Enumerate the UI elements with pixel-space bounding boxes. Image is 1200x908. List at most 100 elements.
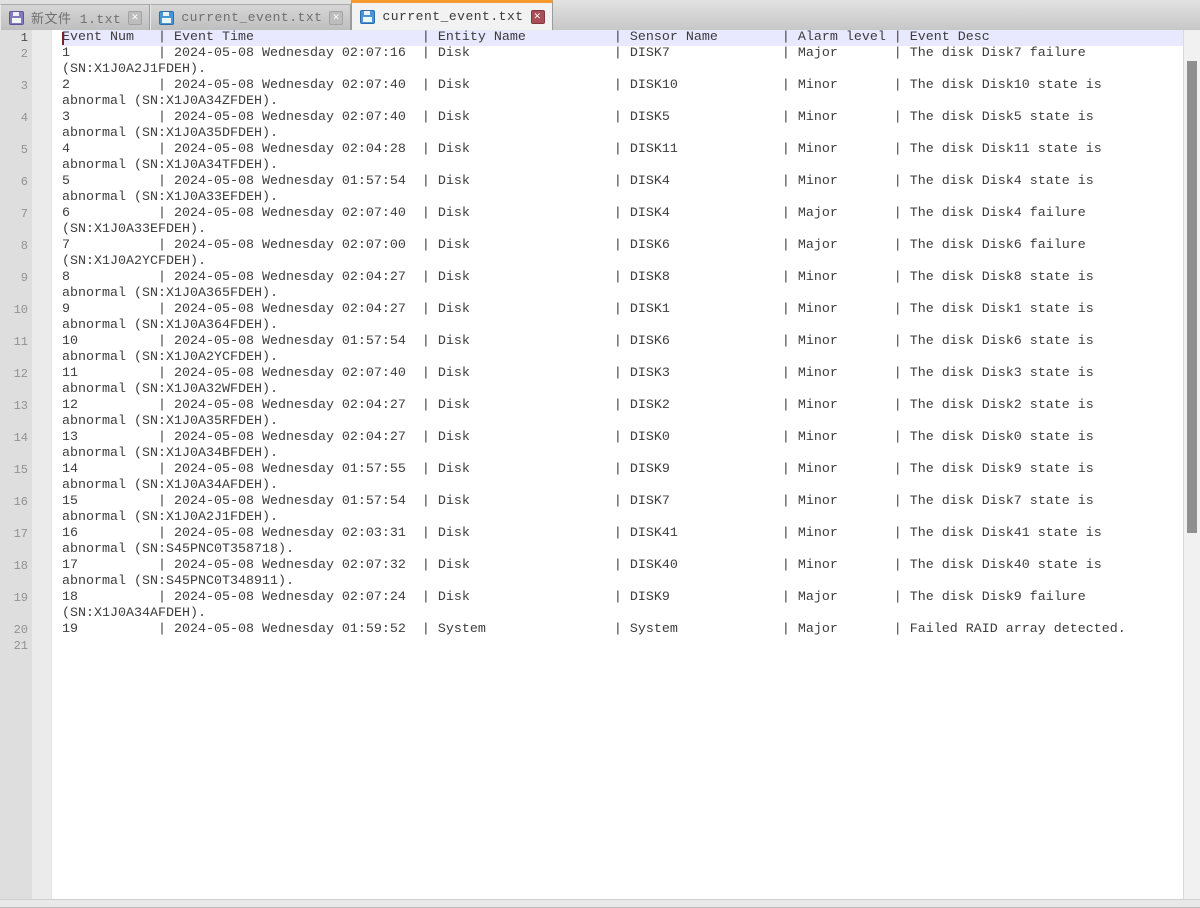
- gutter-spacer: [28, 398, 62, 430]
- tab-label: current_event.txt: [181, 10, 322, 25]
- line-number: 17: [0, 526, 28, 558]
- line-text: 18 | 2024-05-08 Wednesday 02:07:24 | Dis…: [62, 590, 1183, 622]
- line-number: 14: [0, 430, 28, 462]
- line-text: 14 | 2024-05-08 Wednesday 01:57:55 | Dis…: [62, 462, 1183, 494]
- editor-line[interactable]: 4 3 | 2024-05-08 Wednesday 02:07:40 | Dis…: [0, 110, 1183, 142]
- close-icon[interactable]: ✕: [128, 11, 142, 25]
- line-number: 9: [0, 270, 28, 302]
- gutter-spacer: [28, 238, 62, 270]
- line-number: 8: [0, 238, 28, 270]
- editor-line[interactable]: 8 7 | 2024-05-08 Wednesday 02:07:00 | Dis…: [0, 238, 1183, 270]
- line-text: 10 | 2024-05-08 Wednesday 01:57:54 | Dis…: [62, 334, 1183, 366]
- gutter-spacer: [28, 30, 62, 46]
- editor-line[interactable]: 6 5 | 2024-05-08 Wednesday 01:57:54 | Dis…: [0, 174, 1183, 206]
- line-text: 19 | 2024-05-08 Wednesday 01:59:52 | Sys…: [62, 622, 1183, 638]
- tab-new-file-1[interactable]: 新文件 1.txt ✕: [0, 4, 150, 30]
- line-text: 4 | 2024-05-08 Wednesday 02:04:28 | Disk…: [62, 142, 1183, 174]
- line-text: Event Num | Event Time | Entity Name | S…: [62, 30, 1183, 46]
- close-icon[interactable]: ✕: [531, 10, 545, 24]
- line-text: 17 | 2024-05-08 Wednesday 02:07:32 | Dis…: [62, 558, 1183, 590]
- editor-line[interactable]: 7 6 | 2024-05-08 Wednesday 02:07:40 | Dis…: [0, 206, 1183, 238]
- line-text: 3 | 2024-05-08 Wednesday 02:07:40 | Disk…: [62, 110, 1183, 142]
- gutter-spacer: [28, 206, 62, 238]
- editor-line[interactable]: 9 8 | 2024-05-08 Wednesday 02:04:27 | Dis…: [0, 270, 1183, 302]
- gutter-spacer: [28, 174, 62, 206]
- line-number: 2: [0, 46, 28, 78]
- gutter-spacer: [28, 638, 62, 654]
- line-text: 2 | 2024-05-08 Wednesday 02:07:40 | Disk…: [62, 78, 1183, 110]
- editor-line[interactable]: 2 1 | 2024-05-08 Wednesday 02:07:16 | Dis…: [0, 46, 1183, 78]
- gutter-spacer: [28, 558, 62, 590]
- line-number: 7: [0, 206, 28, 238]
- gutter-spacer: [28, 526, 62, 558]
- horizontal-scrollbar-track[interactable]: [0, 899, 1200, 907]
- editor-line[interactable]: 15 14 | 2024-05-08 Wednesday 01:57:55 | D…: [0, 462, 1183, 494]
- editor-line[interactable]: 18 17 | 2024-05-08 Wednesday 02:07:32 | D…: [0, 558, 1183, 590]
- line-number: 5: [0, 142, 28, 174]
- line-number: 4: [0, 110, 28, 142]
- gutter-spacer: [28, 110, 62, 142]
- line-number: 21: [0, 638, 28, 654]
- editor-line[interactable]: 21: [0, 638, 1183, 654]
- line-number: 13: [0, 398, 28, 430]
- line-number: 16: [0, 494, 28, 526]
- line-number: 3: [0, 78, 28, 110]
- editor-line[interactable]: 17 16 | 2024-05-08 Wednesday 02:03:31 | D…: [0, 526, 1183, 558]
- line-number: 6: [0, 174, 28, 206]
- editor-line[interactable]: 14 13 | 2024-05-08 Wednesday 02:04:27 | D…: [0, 430, 1183, 462]
- gutter-spacer: [28, 494, 62, 526]
- tab-bar: 新文件 1.txt ✕ current_event.txt ✕ current_…: [0, 0, 1200, 30]
- vertical-scrollbar-track[interactable]: [1183, 30, 1200, 907]
- editor-line[interactable]: 10 9 | 2024-05-08 Wednesday 02:04:27 | Di…: [0, 302, 1183, 334]
- close-icon[interactable]: ✕: [329, 11, 343, 25]
- gutter-spacer: [28, 270, 62, 302]
- editor-line[interactable]: 12 11 | 2024-05-08 Wednesday 02:07:40 | D…: [0, 366, 1183, 398]
- floppy-blue-icon: [159, 11, 174, 25]
- line-number: 18: [0, 558, 28, 590]
- gutter-spacer: [28, 78, 62, 110]
- line-text: 7 | 2024-05-08 Wednesday 02:07:00 | Disk…: [62, 238, 1183, 270]
- editor-line[interactable]: 16 15 | 2024-05-08 Wednesday 01:57:54 | D…: [0, 494, 1183, 526]
- editor-line[interactable]: 2019 | 2024-05-08 Wednesday 01:59:52 | S…: [0, 622, 1183, 638]
- line-text: 9 | 2024-05-08 Wednesday 02:04:27 | Disk…: [62, 302, 1183, 334]
- gutter-spacer: [28, 430, 62, 462]
- line-text: 6 | 2024-05-08 Wednesday 02:07:40 | Disk…: [62, 206, 1183, 238]
- gutter-spacer: [28, 462, 62, 494]
- editor-line[interactable]: 5 4 | 2024-05-08 Wednesday 02:04:28 | Dis…: [0, 142, 1183, 174]
- editor-lines: 1 Event Num | Event Time | Entity Name | …: [0, 30, 1183, 654]
- line-text: 15 | 2024-05-08 Wednesday 01:57:54 | Dis…: [62, 494, 1183, 526]
- gutter-spacer: [28, 622, 62, 638]
- floppy-blue-icon: [360, 10, 375, 24]
- text-editor-area[interactable]: 1 Event Num | Event Time | Entity Name | …: [0, 30, 1200, 899]
- editor-line[interactable]: 3 2 | 2024-05-08 Wednesday 02:07:40 | Dis…: [0, 78, 1183, 110]
- gutter-spacer: [28, 142, 62, 174]
- gutter-spacer: [28, 302, 62, 334]
- line-number: 1: [0, 30, 28, 46]
- editor-line[interactable]: 1 Event Num | Event Time | Entity Name | …: [0, 30, 1183, 46]
- gutter-spacer: [28, 46, 62, 78]
- tab-label: 新文件 1.txt: [31, 8, 121, 27]
- gutter-spacer: [28, 334, 62, 366]
- line-text: 8 | 2024-05-08 Wednesday 02:04:27 | Disk…: [62, 270, 1183, 302]
- vertical-scrollbar-thumb[interactable]: [1187, 61, 1197, 533]
- line-text: 13 | 2024-05-08 Wednesday 02:04:27 | Dis…: [62, 430, 1183, 462]
- line-number: 10: [0, 302, 28, 334]
- line-text: 5 | 2024-05-08 Wednesday 01:57:54 | Disk…: [62, 174, 1183, 206]
- editor-line[interactable]: 11 10 | 2024-05-08 Wednesday 01:57:54 | D…: [0, 334, 1183, 366]
- editor-line[interactable]: 19 18 | 2024-05-08 Wednesday 02:07:24 | D…: [0, 590, 1183, 622]
- line-text: 12 | 2024-05-08 Wednesday 02:04:27 | Dis…: [62, 398, 1183, 430]
- tab-current-event-2-active[interactable]: current_event.txt ✕: [351, 0, 552, 30]
- editor-line[interactable]: 13 12 | 2024-05-08 Wednesday 02:04:27 | D…: [0, 398, 1183, 430]
- line-text: [62, 638, 1183, 654]
- line-number: 15: [0, 462, 28, 494]
- text-editor-window: { "tab_bar": { "close_icon": "✕", "tabs"…: [0, 0, 1200, 908]
- gutter-spacer: [28, 366, 62, 398]
- line-number: 19: [0, 590, 28, 622]
- line-number: 11: [0, 334, 28, 366]
- line-text: 1 | 2024-05-08 Wednesday 02:07:16 | Disk…: [62, 46, 1183, 78]
- line-number: 12: [0, 366, 28, 398]
- line-text: 16 | 2024-05-08 Wednesday 02:03:31 | Dis…: [62, 526, 1183, 558]
- tab-current-event-1[interactable]: current_event.txt ✕: [150, 4, 351, 30]
- line-text: 11 | 2024-05-08 Wednesday 02:07:40 | Dis…: [62, 366, 1183, 398]
- gutter-spacer: [28, 590, 62, 622]
